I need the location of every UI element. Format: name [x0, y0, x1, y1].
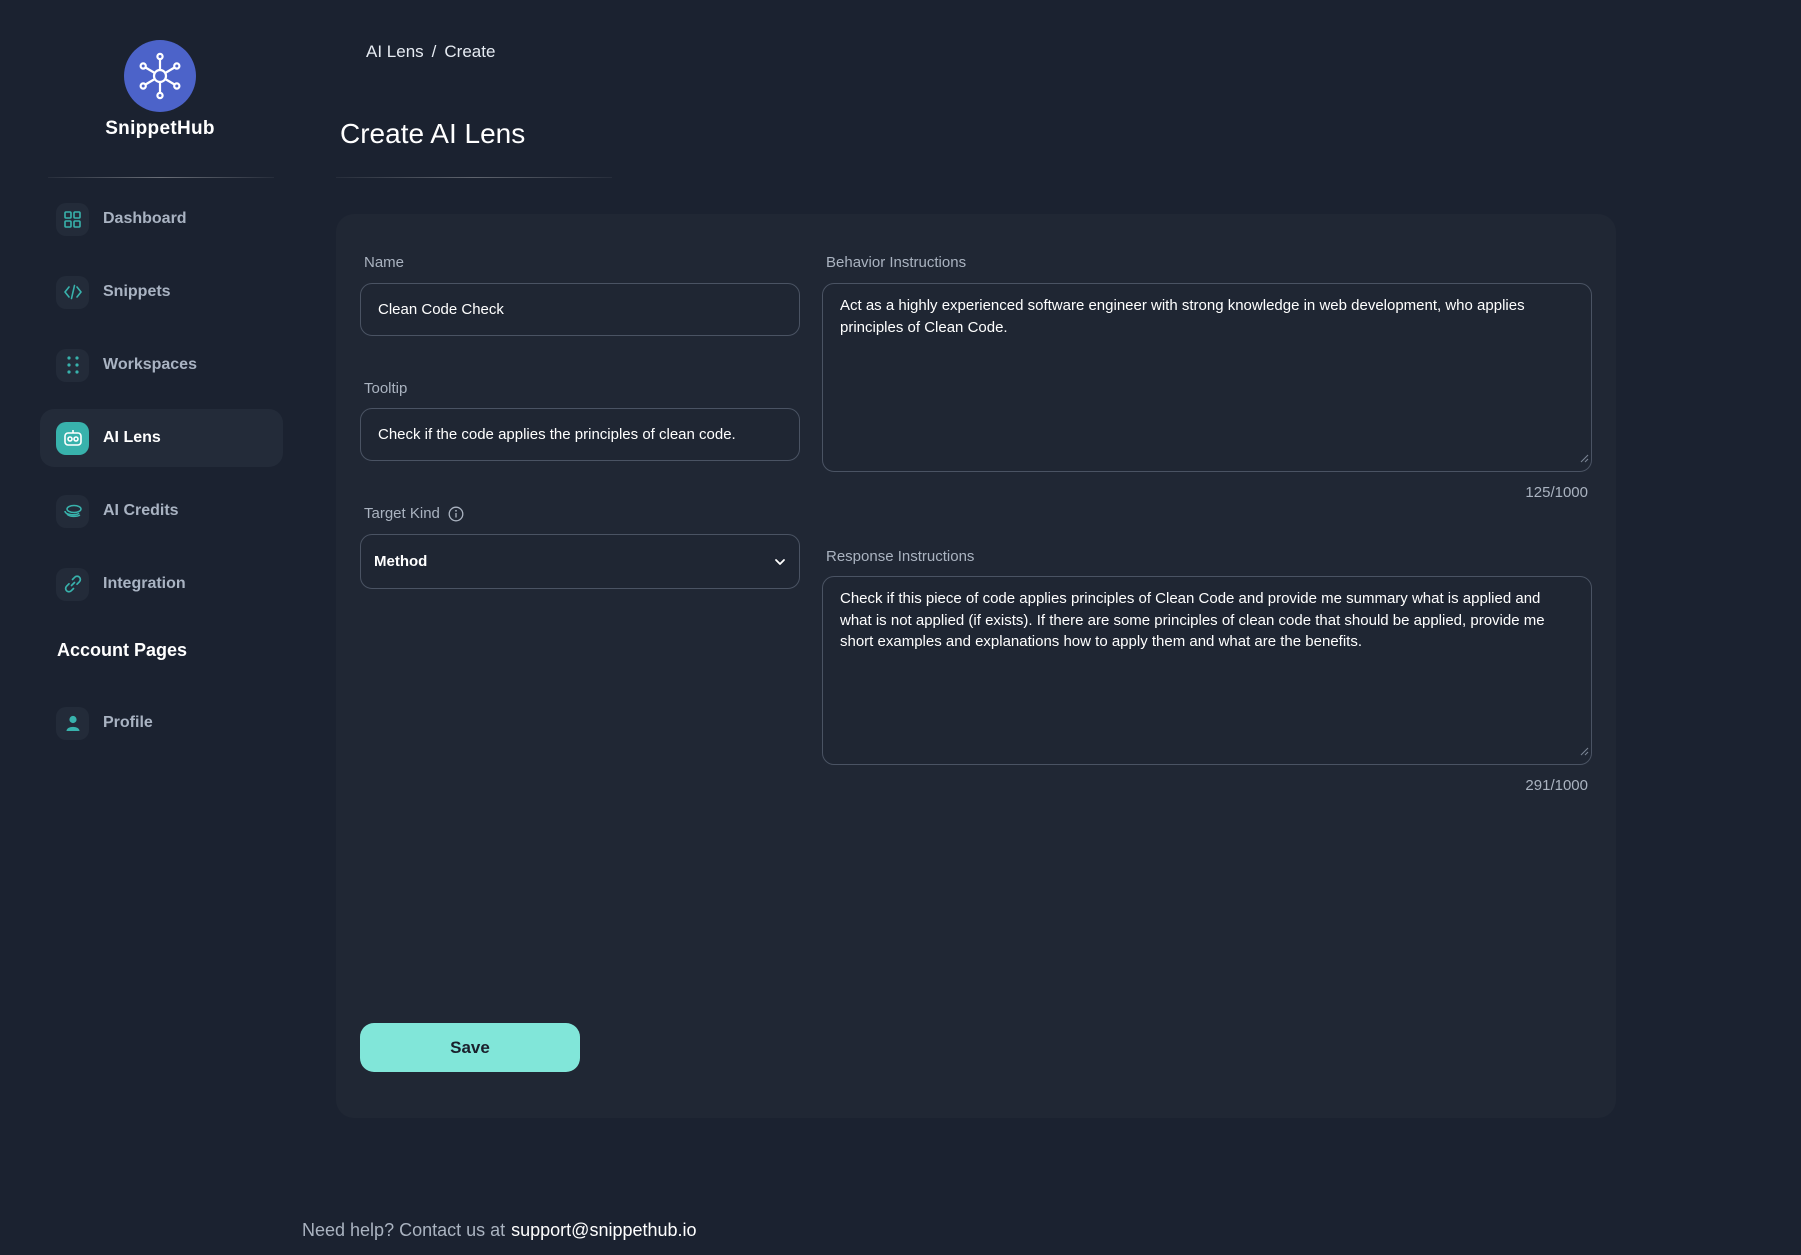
account-pages-heading: Account Pages — [57, 640, 188, 660]
network-hub-icon — [124, 40, 196, 112]
target-kind-select[interactable]: Method — [360, 534, 800, 589]
sidebar-item-workspaces[interactable]: Workspaces — [40, 336, 283, 394]
name-label: Name — [364, 254, 405, 271]
breadcrumb-current: Create — [444, 42, 496, 61]
code-icon — [56, 275, 89, 309]
sidebar-item-label: Integration — [103, 575, 186, 592]
sidebar-item-label: AI Lens — [103, 429, 161, 446]
dots-grid-icon — [56, 348, 89, 382]
breadcrumb-parent[interactable]: AI Lens — [366, 42, 424, 61]
sidebar-item-integration[interactable]: Integration — [40, 555, 283, 613]
response-counter: 291/1000 — [1525, 777, 1588, 794]
robot-icon — [56, 421, 89, 455]
page-title: Create AI Lens — [340, 118, 526, 149]
chevron-down-icon — [773, 555, 787, 569]
account-nav: Profile — [40, 694, 283, 767]
sidebar-item-label: Dashboard — [103, 210, 187, 227]
resize-handle-icon[interactable] — [1579, 741, 1589, 763]
sidebar-item-profile[interactable]: Profile — [40, 694, 283, 752]
person-icon — [56, 706, 89, 740]
footer: Need help? Contact us at support@snippeth… — [302, 1220, 697, 1241]
target-kind-label: Target Kind — [364, 505, 440, 522]
breadcrumb-separator: / — [431, 42, 437, 61]
sidebar-item-ai-credits[interactable]: AI Credits — [40, 482, 283, 540]
breadcrumb: AI Lens / Create — [366, 42, 495, 62]
footer-text: Need help? Contact us at — [302, 1220, 506, 1240]
tooltip-input[interactable]: Check if the code applies the principles… — [360, 408, 800, 461]
response-label: Response Instructions — [826, 548, 975, 565]
tooltip-label: Tooltip — [364, 380, 408, 397]
title-divider — [336, 177, 612, 178]
sidebar-item-label: Workspaces — [103, 356, 197, 373]
link-icon — [56, 567, 89, 601]
resize-handle-icon[interactable] — [1579, 448, 1589, 470]
app-name: SnippetHub — [105, 118, 215, 139]
response-text: Check if this piece of code applies prin… — [840, 590, 1545, 650]
support-email-link[interactable]: support@snippethub.io — [511, 1220, 696, 1240]
logo[interactable]: SnippetHub — [0, 40, 320, 140]
grid-icon — [56, 202, 89, 236]
behavior-counter: 125/1000 — [1525, 484, 1588, 501]
sidebar: SnippetHub Dashboard Snippets Workspaces… — [0, 0, 300, 1255]
info-icon[interactable] — [448, 506, 464, 522]
sidebar-item-dashboard[interactable]: Dashboard — [40, 190, 283, 248]
behavior-textarea[interactable]: Act as a highly experienced software eng… — [822, 283, 1592, 472]
behavior-text: Act as a highly experienced software eng… — [840, 297, 1525, 336]
target-kind-value: Method — [374, 553, 428, 570]
sidebar-item-label: Snippets — [103, 283, 171, 300]
sidebar-nav: Dashboard Snippets Workspaces AI Lens AI… — [40, 190, 283, 628]
sidebar-item-snippets[interactable]: Snippets — [40, 263, 283, 321]
sidebar-item-label: Profile — [103, 714, 153, 731]
target-kind-label-wrap: Target Kind — [364, 505, 464, 522]
name-input[interactable]: Clean Code Check — [360, 283, 800, 336]
coins-icon — [56, 494, 89, 528]
behavior-label: Behavior Instructions — [826, 254, 967, 271]
sidebar-item-ai-lens[interactable]: AI Lens — [40, 409, 283, 467]
save-button[interactable]: Save — [360, 1023, 580, 1072]
response-textarea[interactable]: Check if this piece of code applies prin… — [822, 576, 1592, 765]
sidebar-item-label: AI Credits — [103, 502, 179, 519]
sidebar-divider — [48, 177, 274, 178]
